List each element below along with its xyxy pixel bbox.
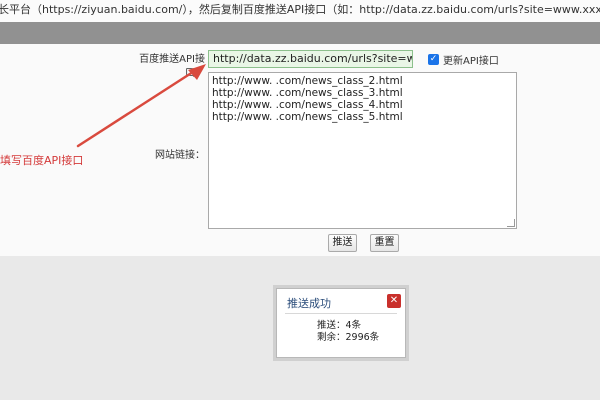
annotation-text: 填写百度API接口 bbox=[0, 154, 84, 167]
success-dialog: 推送成功 ✕ 推送：4条 剩余：2996条 bbox=[276, 288, 406, 358]
remaining-count: 剩余：2996条 bbox=[317, 332, 380, 343]
dialog-body: 推送：4条 剩余：2996条 bbox=[317, 320, 379, 344]
close-icon[interactable]: ✕ bbox=[387, 294, 401, 308]
pushed-count: 推送：4条 bbox=[317, 320, 362, 331]
dialog-title: 推送成功 bbox=[287, 297, 331, 310]
dialog-divider bbox=[285, 313, 397, 314]
page: 长平台（https://ziyuan.baidu.com/），然后复制百度推送A… bbox=[0, 0, 600, 400]
